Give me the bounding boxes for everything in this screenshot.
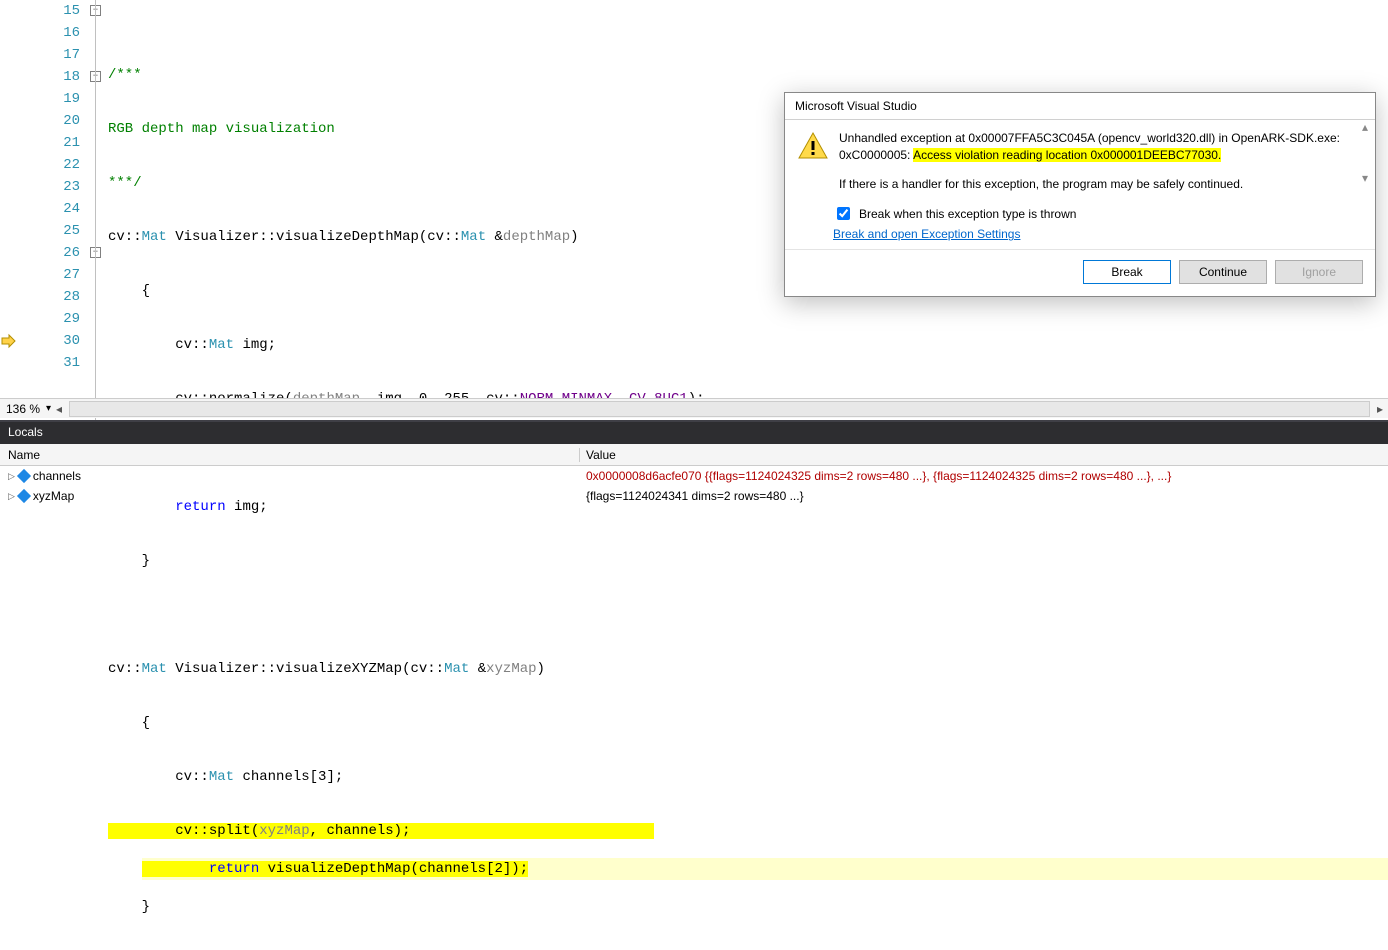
exception-dialog: Microsoft Visual Studio Unhandled except… <box>784 92 1376 297</box>
variable-icon <box>17 469 31 483</box>
expand-icon[interactable]: ▷ <box>8 491 15 502</box>
current-line-arrow-icon <box>0 333 16 349</box>
locals-var-value: {flags=1124024341 dims=2 rows=480 ...} <box>580 489 1388 503</box>
dialog-message: Unhandled exception at 0x00007FFA5C3C045… <box>839 130 1363 192</box>
break-button[interactable]: Break <box>1083 260 1171 284</box>
scroll-left-icon[interactable]: ◂ <box>51 401 67 417</box>
line-number-gutter: 15 16 17 18 19 20 21 22 23 24 25 26 27 2… <box>0 0 90 420</box>
scroll-up-icon[interactable]: ▴ <box>1357 119 1373 135</box>
horizontal-scrollbar[interactable] <box>69 401 1370 417</box>
open-exception-settings-link[interactable]: Break and open Exception Settings <box>833 227 1020 241</box>
locals-row[interactable]: ▷ xyzMap {flags=1124024341 dims=2 rows=4… <box>0 486 1388 506</box>
continue-button[interactable]: Continue <box>1179 260 1267 284</box>
outline-column: − − − <box>90 0 108 420</box>
locals-header-value[interactable]: Value <box>580 448 1388 462</box>
checkbox-label: Break when this exception type is thrown <box>859 207 1076 221</box>
break-on-exception-checkbox[interactable] <box>837 207 850 220</box>
locals-panel-title: Locals <box>0 422 1388 444</box>
variable-icon <box>17 489 31 503</box>
warning-icon <box>797 130 829 192</box>
dialog-title: Microsoft Visual Studio <box>785 93 1375 120</box>
ignore-button: Ignore <box>1275 260 1363 284</box>
locals-var-value: 0x0000008d6acfe070 {{flags=1124024325 di… <box>580 469 1388 483</box>
dialog-scrollbar[interactable]: ▴ ▾ <box>1357 119 1373 186</box>
locals-header-name[interactable]: Name <box>0 448 580 462</box>
locals-row[interactable]: ▷ channels 0x0000008d6acfe070 {{flags=11… <box>0 466 1388 486</box>
locals-var-name: xyzMap <box>33 489 74 503</box>
locals-header: Name Value <box>0 444 1388 466</box>
scroll-down-icon[interactable]: ▾ <box>1357 170 1373 186</box>
editor-status-bar: 136 % ▾ ◂ ▸ <box>0 398 1388 418</box>
expand-icon[interactable]: ▷ <box>8 471 15 482</box>
scroll-right-icon[interactable]: ▸ <box>1372 401 1388 417</box>
locals-var-name: channels <box>33 469 81 483</box>
zoom-level[interactable]: 136 % <box>0 402 46 416</box>
locals-panel: Locals Name Value ▷ channels 0x0000008d6… <box>0 420 1388 533</box>
